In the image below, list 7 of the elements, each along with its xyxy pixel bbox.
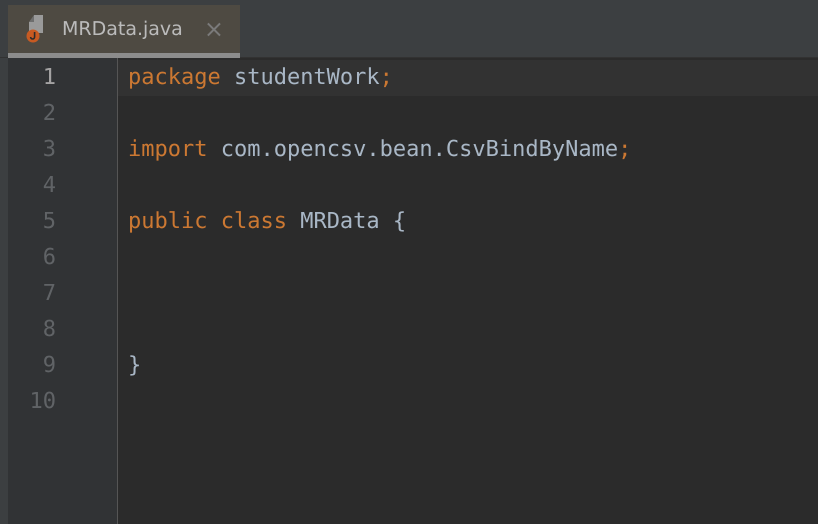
code-line: import com.opencsv.bean.CsvBindByName; bbox=[128, 137, 632, 162]
tab-label: MRData.java bbox=[62, 16, 184, 42]
line-number: 1 bbox=[42, 64, 56, 92]
code-line: package studentWork; bbox=[128, 65, 393, 90]
file-tab[interactable]: MRData.java × bbox=[8, 5, 240, 58]
code-line: public class MRData { bbox=[128, 209, 406, 234]
code-line: } bbox=[128, 353, 142, 378]
